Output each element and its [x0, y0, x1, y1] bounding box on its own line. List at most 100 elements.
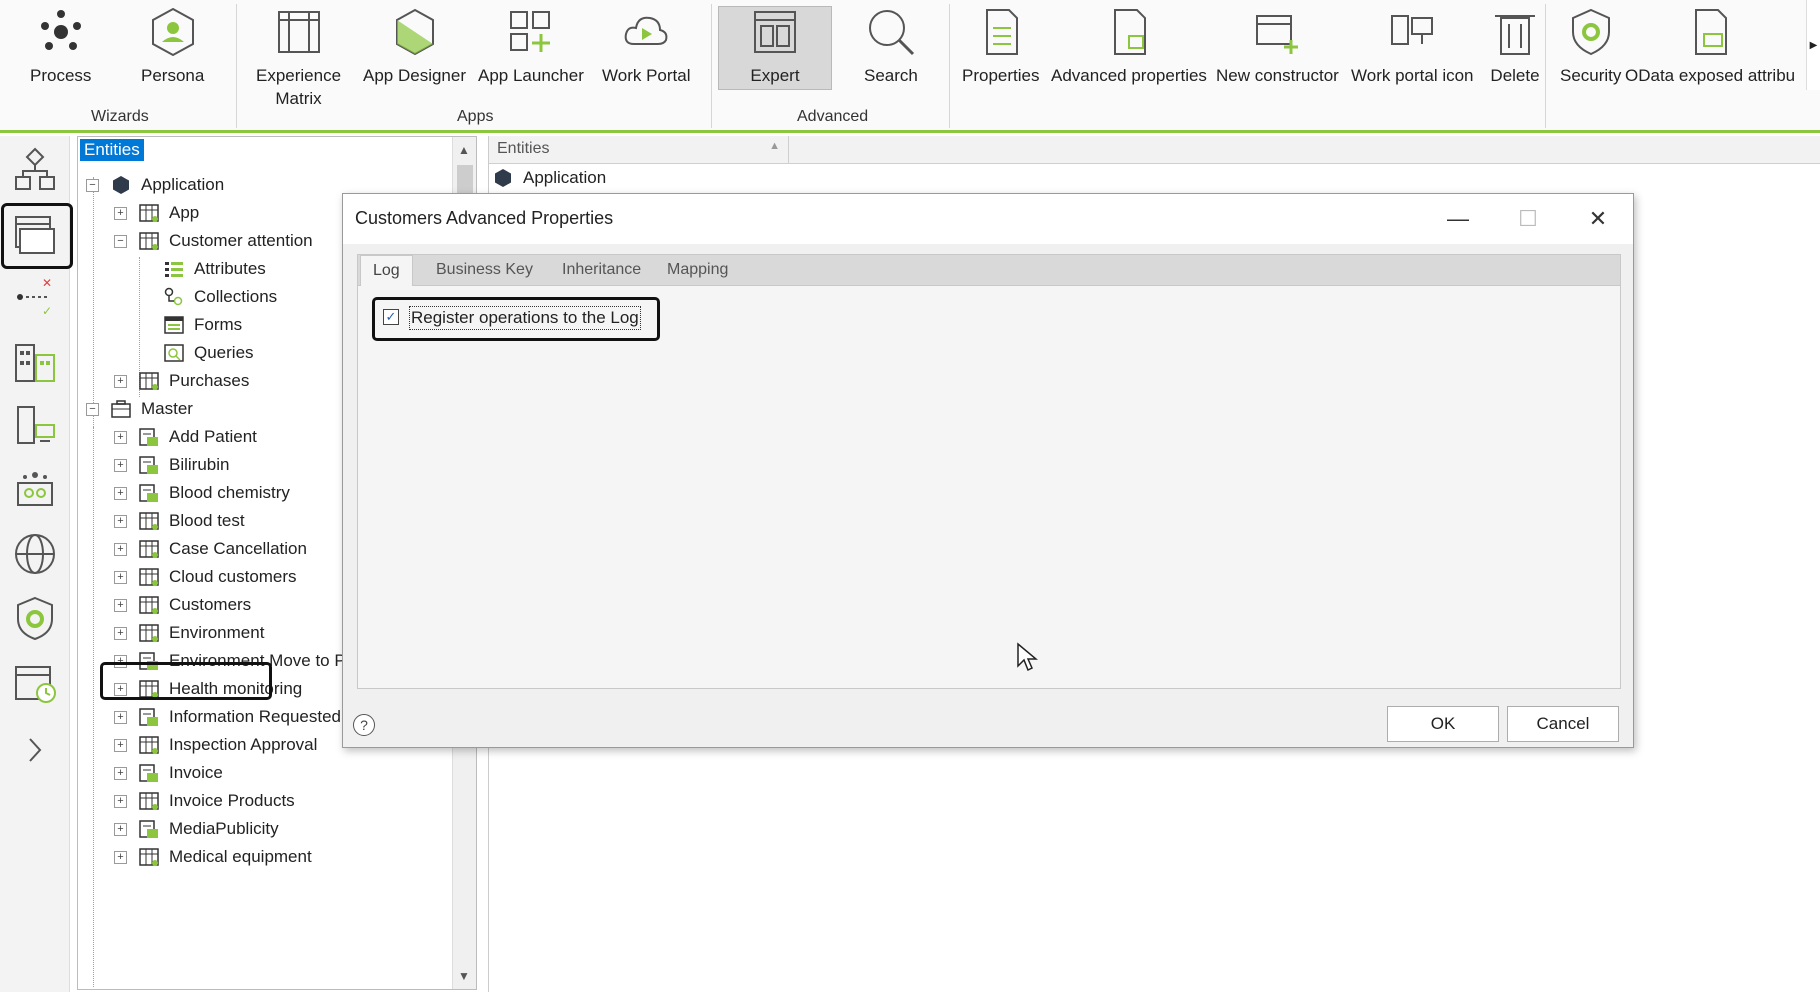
odata-exposed-attributes-button[interactable]: OData exposed attribu [1625, 6, 1795, 87]
shield-gear-icon [1571, 8, 1610, 56]
tree-item-queries[interactable]: Queries [164, 339, 254, 367]
expand-icon[interactable]: + [114, 850, 127, 864]
tree-item-mediapublicity[interactable]: + MediaPublicity [114, 815, 279, 843]
expand-icon[interactable]: + [114, 710, 127, 724]
process-button[interactable]: Process [30, 6, 91, 87]
tree-item-customer-attention[interactable]: − Customer attention [114, 227, 313, 255]
odata-icon [1695, 9, 1728, 55]
tree-item-inspection-approval[interactable]: + Inspection Approval [114, 731, 317, 759]
app-designer-button[interactable]: App Designer [363, 6, 466, 87]
new-constructor-label: New constructor [1216, 66, 1339, 85]
expand-icon[interactable]: + [114, 430, 127, 444]
expand-icon[interactable]: + [114, 374, 127, 388]
expand-icon[interactable]: + [114, 822, 127, 836]
tree-item-medical-equipment[interactable]: + Medical equipment [114, 843, 312, 871]
collapse-icon[interactable]: − [86, 402, 99, 416]
advanced-properties-button[interactable]: Advanced properties [1051, 6, 1207, 87]
close-button[interactable]: ✕ [1573, 204, 1623, 234]
properties-button[interactable]: Properties [962, 6, 1039, 87]
new-constructor-button[interactable]: New constructor [1216, 6, 1339, 87]
expand-icon[interactable]: + [114, 206, 127, 220]
rules-nav-button[interactable]: ✕ ✓ [10, 272, 60, 324]
delete-button[interactable]: Delete [1489, 6, 1541, 87]
new-constructor-icon [1256, 15, 1299, 54]
tree-item-blood-test[interactable]: + Blood test [114, 507, 245, 535]
organization-nav-button[interactable] [10, 336, 60, 388]
help-icon[interactable]: ? [353, 714, 375, 736]
security-nav-button[interactable] [10, 592, 60, 644]
register-operations-label[interactable]: Register operations to the Log [409, 306, 641, 330]
tree-item-master[interactable]: − Master [86, 395, 193, 423]
ok-button[interactable]: OK [1387, 706, 1499, 742]
expand-sidebar-button[interactable] [10, 724, 60, 776]
tree-item-customers[interactable]: + Customers [114, 591, 251, 619]
entities-column-header[interactable]: Entities ▲ [489, 136, 789, 164]
tree-item-purchases[interactable]: + Purchases [114, 367, 249, 395]
entities-column-header-row: Entities ▲ [489, 136, 1820, 164]
tree-item-add-patient[interactable]: + Add Patient [114, 423, 257, 451]
expand-icon[interactable]: + [114, 458, 127, 472]
tree-item-app[interactable]: + App [114, 199, 199, 227]
expand-icon[interactable]: + [114, 486, 127, 500]
expand-icon[interactable]: + [114, 738, 127, 752]
tree-item-label: Purchases [169, 371, 250, 390]
expand-icon[interactable]: + [114, 794, 127, 808]
tree-item-application[interactable]: − Application [86, 171, 224, 199]
tree-item-invoice-products[interactable]: + Invoice Products [114, 787, 295, 815]
tab-mapping[interactable]: Mapping [655, 255, 740, 287]
tree-item-attributes[interactable]: Attributes [164, 255, 266, 283]
table-icon [139, 792, 159, 810]
tree-item-label: Application [141, 175, 225, 194]
tree-item-environment[interactable]: + Environment [114, 619, 264, 647]
work-portal-button[interactable]: Work Portal [602, 6, 691, 87]
tree-item-blood-chemistry[interactable]: + Blood chemistry [114, 479, 290, 507]
table-icon [139, 596, 159, 614]
integration-nav-button[interactable] [10, 528, 60, 580]
persona-button[interactable]: Persona [141, 6, 204, 87]
expand-icon[interactable]: + [114, 766, 127, 780]
tree-root-entities[interactable]: Entities [80, 139, 144, 161]
search-button[interactable]: Search [864, 6, 918, 87]
tab-business-key[interactable]: Business Key [424, 255, 545, 287]
tree-item-label: MediaPublicity [169, 819, 279, 838]
app-launcher-button[interactable]: App Launcher [478, 6, 584, 87]
devices-icon [17, 406, 55, 444]
tree-item-label: Collections [194, 287, 278, 306]
scheduler-nav-button[interactable] [10, 656, 60, 708]
experience-matrix-button[interactable]: Experience Matrix [256, 6, 341, 110]
register-operations-checkbox[interactable]: ✓ [383, 309, 399, 325]
tree-item-cloud-customers[interactable]: + Cloud customers [114, 563, 297, 591]
checkmark-icon: ✓ [385, 309, 397, 324]
expand-icon[interactable]: + [114, 542, 127, 556]
minimize-button[interactable]: — [1433, 204, 1483, 234]
expand-icon[interactable]: + [114, 598, 127, 612]
security-button[interactable]: Security [1560, 6, 1621, 87]
expand-icon[interactable]: + [114, 570, 127, 584]
tree-item-case-cancellation[interactable]: + Case Cancellation [114, 535, 307, 563]
ribbon-separator [949, 4, 950, 128]
collapse-icon[interactable]: − [86, 178, 99, 192]
cancel-button[interactable]: Cancel [1507, 706, 1619, 742]
processes-nav-button[interactable] [10, 144, 60, 196]
work-portal-icon-button[interactable]: Work portal icon [1351, 6, 1474, 87]
tree-item-forms[interactable]: Forms [164, 311, 242, 339]
robots-nav-button[interactable] [10, 464, 60, 516]
folder-table-icon [111, 400, 131, 418]
ribbon-scroll-right-button[interactable]: ▶ [1806, 0, 1820, 90]
entities-row-application[interactable]: Application [493, 168, 606, 188]
expand-icon[interactable]: + [114, 626, 127, 640]
tree-item-collections[interactable]: Collections [164, 283, 277, 311]
tree-item-bilirubin[interactable]: + Bilirubin [114, 451, 229, 479]
collapse-icon[interactable]: − [114, 234, 127, 248]
scroll-up-icon[interactable]: ▲ [458, 143, 470, 157]
tree-item-information-requested[interactable]: + Information Requested [114, 703, 341, 731]
maximize-button[interactable]: ☐ [1503, 204, 1553, 234]
tab-log[interactable]: Log [360, 255, 413, 288]
tab-inheritance[interactable]: Inheritance [550, 255, 653, 287]
scroll-down-icon[interactable]: ▼ [458, 969, 470, 983]
devices-nav-button[interactable] [10, 400, 60, 452]
expand-icon[interactable]: + [114, 514, 127, 528]
expert-button[interactable]: Expert [749, 6, 801, 87]
tree-item-invoice[interactable]: + Invoice [114, 759, 223, 787]
dialog-titlebar[interactable]: Customers Advanced Properties — ☐ ✕ [343, 194, 1633, 244]
